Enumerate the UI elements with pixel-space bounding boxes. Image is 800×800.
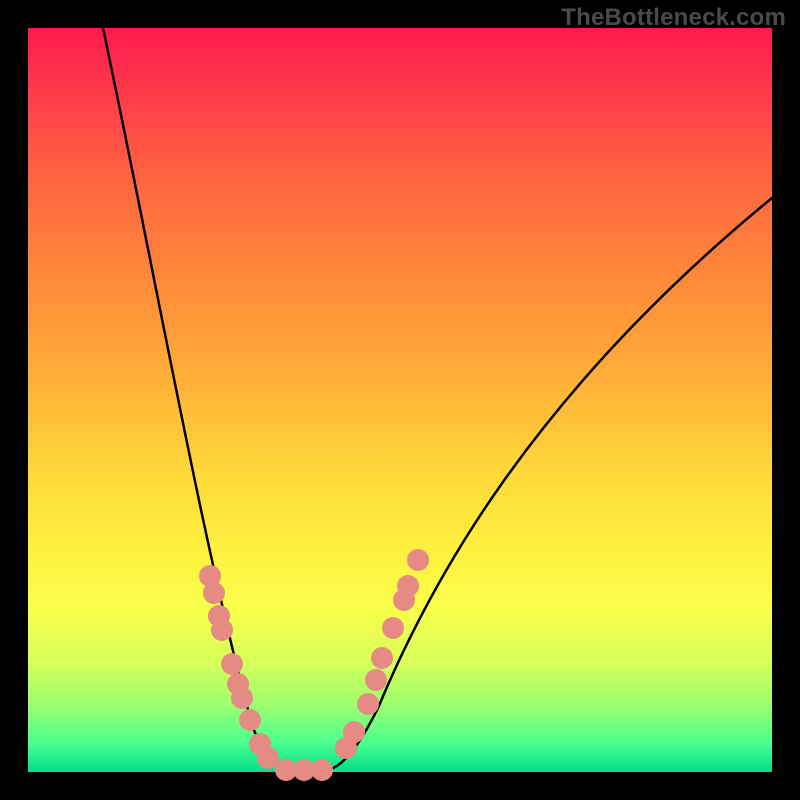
data-point (211, 619, 233, 641)
plot-area (28, 28, 772, 772)
scatter-points (199, 549, 429, 781)
data-point (397, 575, 419, 597)
data-point (382, 617, 404, 639)
data-point (311, 759, 333, 781)
chart-svg (28, 28, 772, 772)
watermark-text: TheBottleneck.com (561, 4, 786, 32)
data-point (371, 647, 393, 669)
data-point (257, 747, 279, 769)
data-point (239, 709, 261, 731)
data-point (357, 693, 379, 715)
data-point (221, 653, 243, 675)
curve-right (328, 198, 772, 770)
chart-frame: TheBottleneck.com (0, 0, 800, 800)
data-point (231, 687, 253, 709)
data-point (343, 721, 365, 743)
curve-left (103, 28, 288, 770)
bottleneck-curve (103, 28, 772, 770)
data-point (407, 549, 429, 571)
data-point (365, 669, 387, 691)
data-point (203, 582, 225, 604)
